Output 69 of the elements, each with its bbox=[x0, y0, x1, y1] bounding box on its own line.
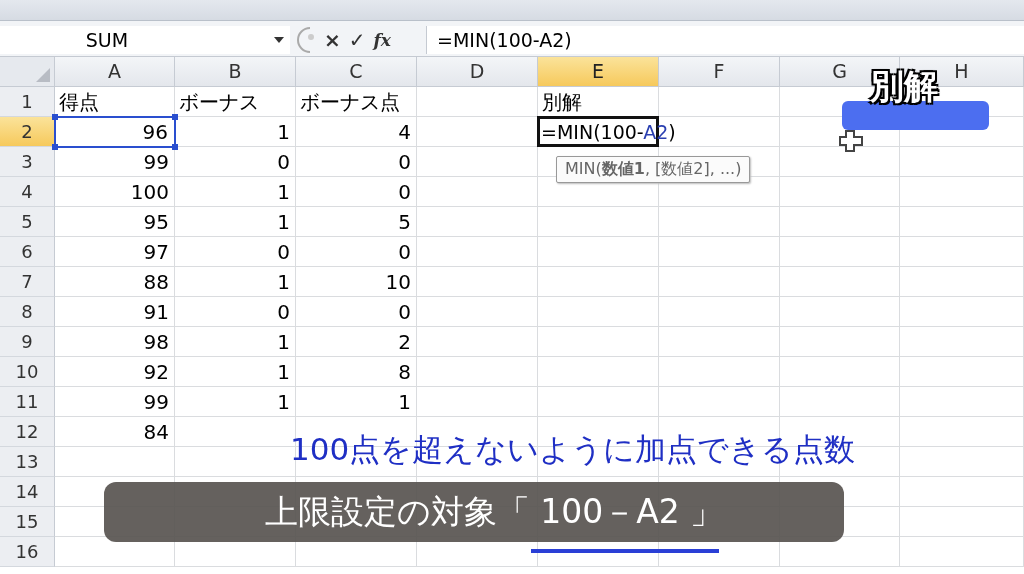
table-cell-text: 5 bbox=[398, 210, 412, 234]
table-cell-text: 0 bbox=[398, 150, 412, 174]
table-cell-text: 99 bbox=[143, 150, 170, 174]
column-header[interactable]: F bbox=[659, 57, 780, 87]
column-header[interactable]: C bbox=[296, 57, 417, 87]
table-cell-text: 1 bbox=[277, 330, 291, 354]
corner-triangle-icon bbox=[36, 68, 50, 82]
table-cell-text: 100 bbox=[130, 180, 170, 204]
table-cell-text: 84 bbox=[143, 420, 170, 444]
row-header[interactable]: 8 bbox=[0, 297, 55, 327]
table-cell-text: 1 bbox=[277, 120, 291, 144]
row-header[interactable]: 16 bbox=[0, 537, 55, 567]
table-cell-text: 4 bbox=[398, 120, 412, 144]
table-cell-text: 98 bbox=[143, 330, 170, 354]
row-header[interactable]: 13 bbox=[0, 447, 55, 477]
column-header[interactable]: B bbox=[175, 57, 296, 87]
table-cell-text: 0 bbox=[277, 240, 291, 264]
dropdown-icon[interactable] bbox=[274, 36, 284, 43]
cursor-cross-icon bbox=[838, 129, 864, 153]
table-cell-text: 0 bbox=[277, 150, 291, 174]
formula-field[interactable]: =MIN(100-A2) bbox=[426, 25, 1024, 54]
table-cell-text: ボーナス点 bbox=[299, 88, 400, 116]
table-cell-text: 1 bbox=[277, 180, 291, 204]
table-cell-text: 別解 bbox=[541, 88, 582, 116]
row-header[interactable]: 14 bbox=[0, 477, 55, 507]
name-box[interactable]: SUM bbox=[0, 25, 290, 54]
column-header[interactable]: D bbox=[417, 57, 538, 87]
table-cell-text: 92 bbox=[143, 360, 170, 384]
table-cell-text: 0 bbox=[398, 180, 412, 204]
table-cell-text: 10 bbox=[385, 270, 412, 294]
table-cell-text: ボーナス bbox=[178, 88, 259, 116]
table-cell-text: 99 bbox=[143, 390, 170, 414]
row-header[interactable]: 3 bbox=[0, 147, 55, 177]
subtitle: 100点を超えないように加点できる点数 bbox=[290, 430, 856, 469]
table-cell-text: 1 bbox=[398, 390, 412, 414]
table-cell-text: 1 bbox=[277, 390, 291, 414]
row-header[interactable]: 1 bbox=[0, 87, 55, 117]
cancel-button[interactable]: × bbox=[324, 27, 341, 52]
grip-icon bbox=[296, 26, 316, 53]
row-header[interactable]: 5 bbox=[0, 207, 55, 237]
row-header[interactable]: 2 bbox=[0, 117, 55, 147]
table-cell-text: 0 bbox=[398, 240, 412, 264]
table-cell-text: 1 bbox=[277, 270, 291, 294]
table-cell-text: 88 bbox=[143, 270, 170, 294]
column-header[interactable]: E bbox=[538, 57, 659, 87]
insert-function-button[interactable]: fx bbox=[373, 29, 391, 50]
row-header[interactable]: 11 bbox=[0, 387, 55, 417]
table-cell-text: 1 bbox=[277, 210, 291, 234]
row-header[interactable]: 9 bbox=[0, 327, 55, 357]
table-cell-text: 0 bbox=[398, 300, 412, 324]
caption-banner: 上限設定の対象「 100－A2 」 bbox=[104, 482, 844, 542]
table-cell-text: 0 bbox=[277, 300, 291, 324]
table-cell-text: 8 bbox=[398, 360, 412, 384]
row-header[interactable]: 10 bbox=[0, 357, 55, 387]
column-header[interactable]: A bbox=[55, 57, 175, 87]
function-tooltip: MIN(数値1, [数値2], ...) bbox=[556, 156, 751, 183]
table-cell-text: 得点 bbox=[58, 88, 99, 116]
table-cell: 96 bbox=[54, 116, 176, 148]
table-cell-text: 2 bbox=[398, 330, 412, 354]
row-header[interactable]: 6 bbox=[0, 237, 55, 267]
enter-button[interactable]: ✓ bbox=[348, 27, 366, 52]
row-header[interactable]: 7 bbox=[0, 267, 55, 297]
row-header[interactable]: 15 bbox=[0, 507, 55, 537]
table-cell-text: 95 bbox=[143, 210, 170, 234]
row-header[interactable]: 12 bbox=[0, 417, 55, 447]
table-cell-text: 1 bbox=[277, 360, 291, 384]
table-cell-text: 91 bbox=[143, 300, 170, 324]
table-cell-text: 97 bbox=[143, 240, 170, 264]
row-header[interactable]: 4 bbox=[0, 177, 55, 207]
